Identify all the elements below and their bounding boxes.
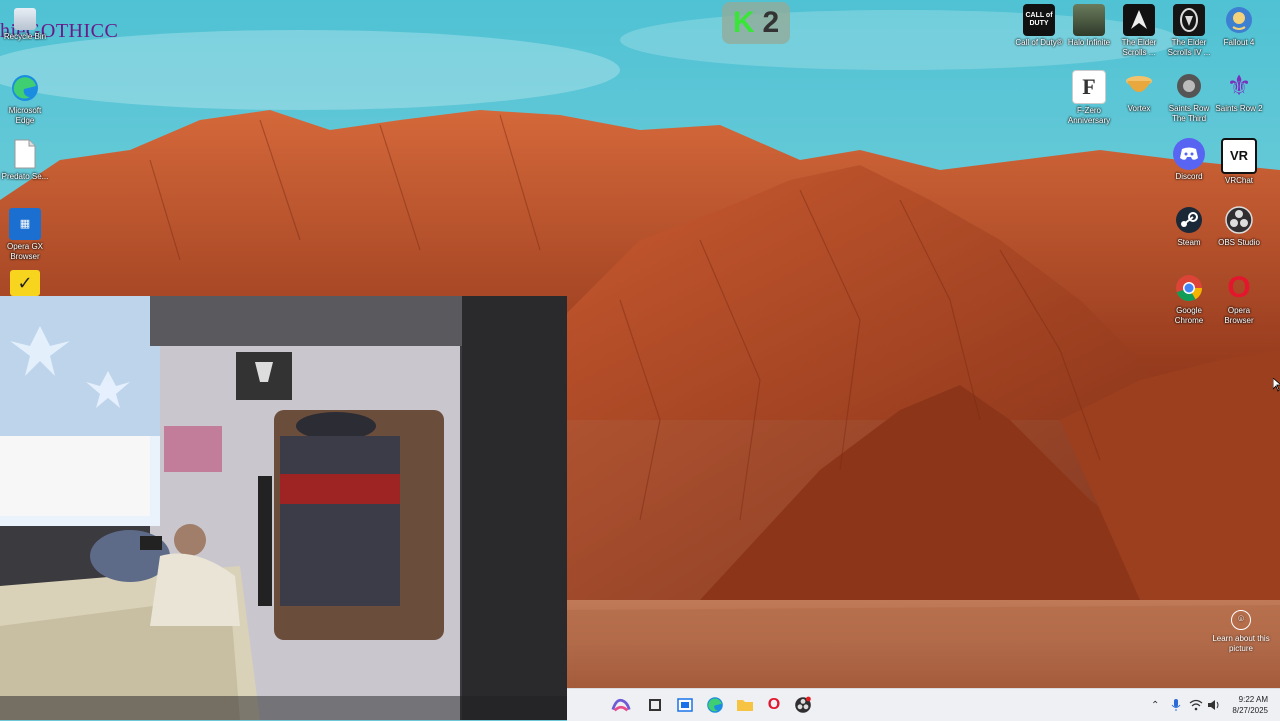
badge-number: 2 xyxy=(762,6,780,39)
desktop-icon-elder-scrolls[interactable]: The Elder Scrolls ... xyxy=(1114,4,1164,58)
saints-row-third-icon xyxy=(1173,70,1205,102)
learn-more-label: Learn about this picture xyxy=(1212,634,1270,653)
opera-icon: O xyxy=(1227,271,1251,304)
desktop-icon-obs-studio[interactable]: OBS Studio xyxy=(1214,204,1264,248)
desktop-icon-opera-browser[interactable]: O Opera Browser xyxy=(1214,272,1264,326)
desktop-icon-saints-row-third[interactable]: Saints Row The Third xyxy=(1164,70,1214,124)
microphone-icon xyxy=(1171,699,1181,711)
copilot-icon xyxy=(611,698,631,712)
task-view-icon xyxy=(649,699,661,711)
desktop-icon-label: Microsoft Edge xyxy=(8,106,42,125)
tray-overflow-button[interactable]: ⌃ xyxy=(1151,689,1159,721)
desktop-icon-opera-gx[interactable]: ▦ Opera GX Browser xyxy=(0,208,50,262)
desktop-icon-vrchat[interactable]: VR VRChat xyxy=(1214,138,1264,186)
desktop-icon-label: Steam xyxy=(1177,238,1201,247)
taskbar: O ⌃ 9:22 AM 8/27/2025 xyxy=(567,688,1280,721)
tray-network-button[interactable] xyxy=(1189,689,1203,721)
opera-icon: O xyxy=(767,696,781,713)
halo-infinite-icon xyxy=(1073,4,1105,36)
desktop-icon-label: Fallout 4 xyxy=(1223,38,1255,47)
call-of-duty-icon: CALL of DUTY xyxy=(1023,4,1055,36)
desktop-icon-steam[interactable]: Steam xyxy=(1164,204,1214,248)
webcam-overlay xyxy=(0,296,567,720)
taskbar-store-button[interactable] xyxy=(675,695,695,715)
fallout-4-icon xyxy=(1223,4,1255,36)
folder-icon xyxy=(737,700,753,711)
taskbar-obs-button[interactable] xyxy=(793,695,813,715)
opera-gx-icon: ▦ xyxy=(9,208,41,240)
desktop-icon-label: Saints Row 2 xyxy=(1215,104,1263,113)
wifi-icon xyxy=(1189,699,1203,711)
taskbar-clock[interactable]: 9:22 AM 8/27/2025 xyxy=(1232,694,1268,716)
desktop-icon-label: Predato Se... xyxy=(1,172,49,181)
camera-lens-icon: ⌾ xyxy=(1231,610,1251,630)
desktop-icon-label: Vortex xyxy=(1127,104,1151,113)
desktop-icon-label: Opera GX Browser xyxy=(6,242,43,261)
learn-about-picture-button[interactable]: ⌾ Learn about this picture xyxy=(1212,610,1270,654)
desktop-icon-label: The Elder Scrolls IV ... xyxy=(1167,38,1211,57)
taskbar-task-view-button[interactable] xyxy=(645,695,665,715)
edge-icon xyxy=(9,72,41,104)
elder-scrolls-iv-icon xyxy=(1173,4,1205,36)
desktop-icon-vortex[interactable]: Vortex xyxy=(1114,70,1164,114)
desktop-icon-label: Opera Browser xyxy=(1224,306,1254,325)
taskbar-copilot-button[interactable] xyxy=(611,695,631,715)
desktop-icon-label: Call of Duty® xyxy=(1015,38,1063,47)
desktop-icon-google-chrome[interactable]: Google Chrome xyxy=(1164,272,1214,326)
desktop-icon-label: OBS Studio xyxy=(1218,238,1260,247)
desktop-icon-f-zero[interactable]: F F-Zero Anniversary xyxy=(1064,70,1114,126)
store-icon xyxy=(677,698,693,712)
desktop-icon-label: Google Chrome xyxy=(1174,306,1204,325)
saints-row-2-icon: ⚜ xyxy=(1226,70,1252,101)
taskbar-edge-button[interactable] xyxy=(705,695,725,715)
clock-date: 8/27/2025 xyxy=(1232,706,1268,715)
desktop-icon-label: VRChat xyxy=(1224,176,1253,185)
elder-scrolls-icon xyxy=(1123,4,1155,36)
vrchat-icon: VR xyxy=(1221,138,1257,174)
recycle-bin-icon xyxy=(14,8,36,30)
discord-icon xyxy=(1173,138,1205,170)
desktop-icon-microsoft-edge[interactable]: Microsoft Edge xyxy=(0,72,50,126)
desktop-icon-label: Halo Infinite xyxy=(1067,38,1111,47)
tray-microphone-button[interactable] xyxy=(1171,689,1181,721)
norton-check-icon: ✓ xyxy=(10,270,40,296)
mouse-cursor-icon xyxy=(1273,378,1280,392)
chevron-up-icon: ⌃ xyxy=(1151,699,1160,711)
file-icon xyxy=(9,138,41,170)
desktop-icon-norton[interactable]: ✓ xyxy=(0,270,50,298)
taskbar-file-explorer-button[interactable] xyxy=(735,695,755,715)
taskbar-opera-button[interactable]: O xyxy=(764,695,784,715)
edge-icon xyxy=(707,697,723,713)
desktop-icon-elder-scrolls-iv[interactable]: The Elder Scrolls IV ... xyxy=(1164,4,1214,58)
clock-time: 9:22 AM xyxy=(1238,695,1268,704)
desktop-icon-fallout-4[interactable]: Fallout 4 xyxy=(1214,4,1264,48)
chrome-icon xyxy=(1173,272,1205,304)
desktop-icon-call-of-duty[interactable]: CALL of DUTY Call of Duty® xyxy=(1014,4,1064,48)
vortex-icon xyxy=(1123,70,1155,102)
steam-icon xyxy=(1173,204,1205,236)
desktop-icon-label: Recycle Bin xyxy=(3,32,47,41)
k2-badge: K 2 xyxy=(722,2,790,44)
speaker-icon xyxy=(1208,700,1219,710)
obs-icon xyxy=(795,696,811,713)
desktop-icon-label: Saints Row The Third xyxy=(1168,104,1210,123)
obs-studio-icon xyxy=(1223,204,1255,236)
desktop-icon-label: F-Zero Anniversary xyxy=(1067,106,1111,125)
desktop-icon-recycle-bin[interactable]: Recycle Bin xyxy=(0,8,50,42)
desktop-icon-discord[interactable]: Discord xyxy=(1164,138,1214,182)
desktop-icon-halo-infinite[interactable]: Halo Infinite xyxy=(1064,4,1114,48)
tray-volume-button[interactable] xyxy=(1207,689,1221,721)
f-zero-icon: F xyxy=(1072,70,1106,104)
desktop-icon-saints-row-2[interactable]: ⚜ Saints Row 2 xyxy=(1214,70,1264,114)
desktop-icon-predato[interactable]: Predato Se... xyxy=(0,138,50,182)
badge-letter: K xyxy=(732,6,755,39)
desktop-icon-label: The Elder Scrolls ... xyxy=(1121,38,1157,57)
desktop-icon-label: Discord xyxy=(1175,172,1203,181)
